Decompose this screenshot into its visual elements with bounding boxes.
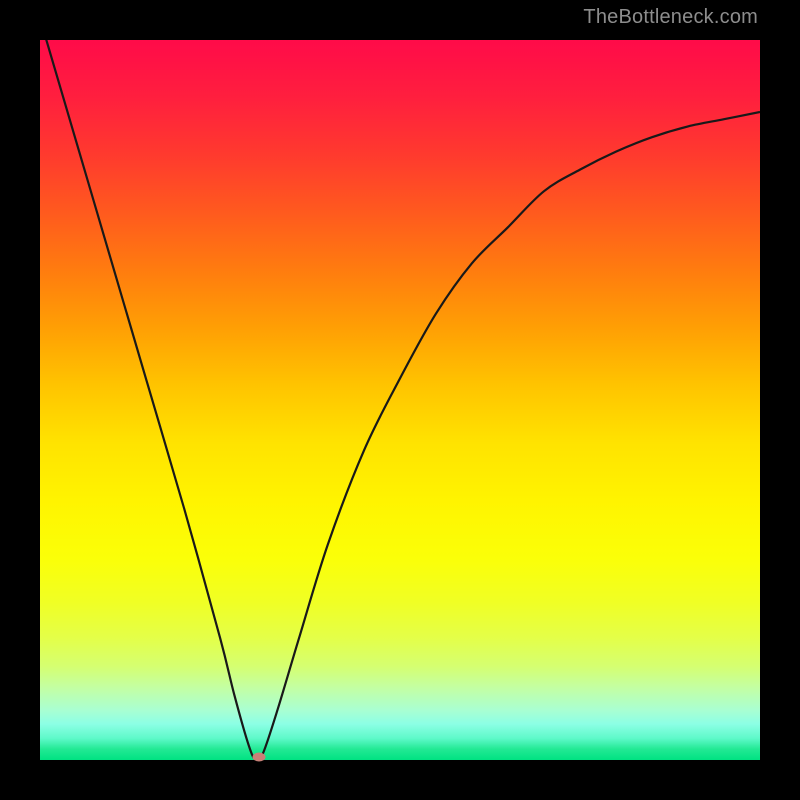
watermark-text: TheBottleneck.com	[583, 6, 758, 29]
plot-area	[40, 40, 760, 760]
chart-frame: TheBottleneck.com	[0, 0, 800, 800]
